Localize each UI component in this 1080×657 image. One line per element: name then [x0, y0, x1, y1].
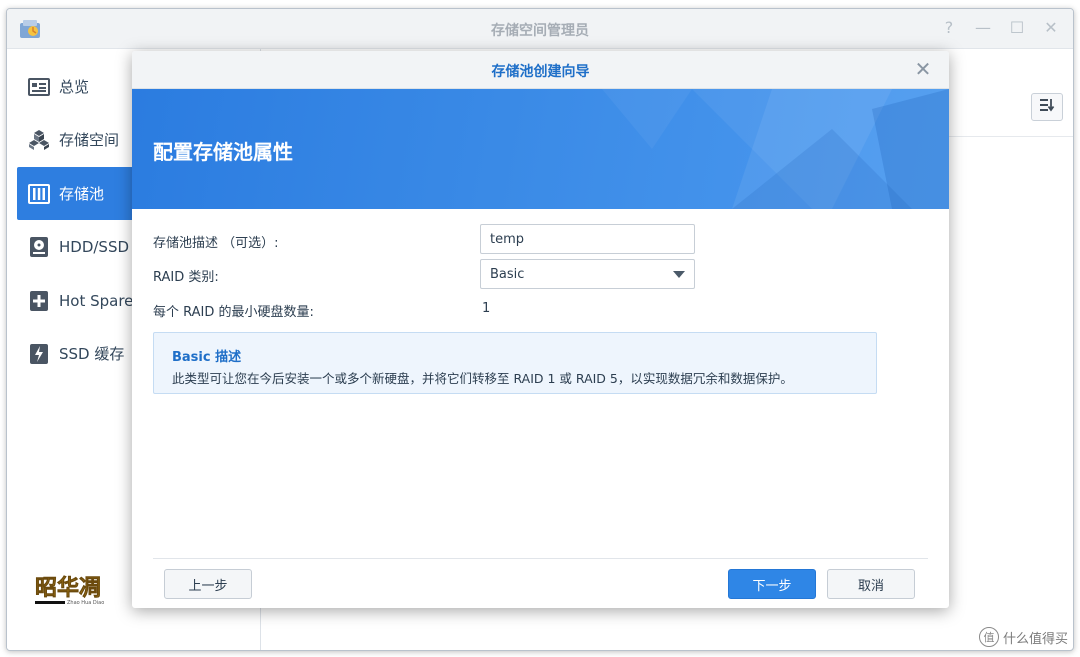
previous-button[interactable]: 上一步: [164, 569, 252, 599]
footer-divider: [153, 558, 928, 559]
svg-text:昭华凋: 昭华凋: [35, 575, 101, 601]
cancel-button[interactable]: 取消: [827, 569, 915, 599]
disk-icon: [27, 235, 51, 259]
next-button[interactable]: 下一步: [728, 569, 816, 599]
raid-description-text: 此类型可让您在今后安装一个或多个新硬盘，并将它们转移至 RAID 1 或 RAI…: [172, 371, 793, 386]
storage-pool-wizard-dialog: 存储池创建向导 ✕ 配置存储池属性 存储池描述 （可选）: RAID 类别: B…: [132, 51, 949, 608]
chevron-down-icon: [673, 271, 685, 278]
brand-logo: 昭华凋 Zhao Hua Diao: [33, 567, 109, 621]
help-icon[interactable]: ?: [941, 18, 957, 38]
wizard-banner: 配置存储池属性: [132, 89, 949, 209]
svg-text:Zhao Hua Diao: Zhao Hua Diao: [67, 600, 104, 606]
sidebar-item-label: 总览: [59, 78, 90, 96]
app-title: 存储空间管理员: [491, 23, 589, 39]
hot-spare-icon: [27, 289, 51, 313]
watermark-text: 什么值得买: [1002, 631, 1068, 647]
raid-type-value: Basic: [490, 266, 525, 282]
maximize-icon[interactable]: ☐: [1009, 18, 1025, 38]
overview-icon: [27, 75, 51, 99]
raid-type-select[interactable]: Basic: [480, 259, 695, 289]
pool-description-label: 存储池描述 （可选）:: [153, 236, 279, 251]
close-icon[interactable]: ✕: [913, 59, 933, 79]
close-icon[interactable]: ✕: [1043, 18, 1059, 38]
watermark-icon: 值: [978, 627, 999, 647]
wizard-title: 存储池创建向导: [491, 64, 590, 80]
app-titlebar: 存储空间管理员 ? — ☐ ✕: [7, 9, 1073, 49]
sort-button[interactable]: [1031, 93, 1063, 121]
storage-pool-icon: [27, 182, 51, 206]
watermark: 值 什么值得买: [978, 627, 1068, 647]
cubes-icon: [27, 128, 51, 152]
sort-icon: [1039, 98, 1055, 116]
raid-description-title: Basic 描述: [172, 350, 242, 365]
sidebar-item-label: 存储池: [59, 185, 105, 203]
raid-description-box: Basic 描述 此类型可让您在今后安装一个或多个新硬盘，并将它们转移至 RAI…: [153, 332, 877, 394]
minimize-icon[interactable]: —: [975, 18, 991, 38]
sidebar-item-label: 存储空间: [59, 131, 120, 149]
wizard-step-title: 配置存储池属性: [153, 140, 293, 164]
window-controls: ? — ☐ ✕: [941, 18, 1059, 38]
sidebar-item-label: SSD 缓存: [59, 345, 125, 363]
pool-description-input[interactable]: [480, 224, 695, 254]
raid-type-label: RAID 类别:: [153, 270, 219, 285]
sidebar-item-label: HDD/SSD: [59, 237, 130, 256]
min-disks-value: 1: [482, 301, 491, 316]
min-disks-label: 每个 RAID 的最小硬盘数量:: [153, 305, 314, 320]
ssd-cache-icon: [27, 342, 51, 366]
sidebar-item-label: Hot Spare: [59, 291, 134, 310]
wizard-titlebar: 存储池创建向导 ✕: [132, 51, 949, 89]
